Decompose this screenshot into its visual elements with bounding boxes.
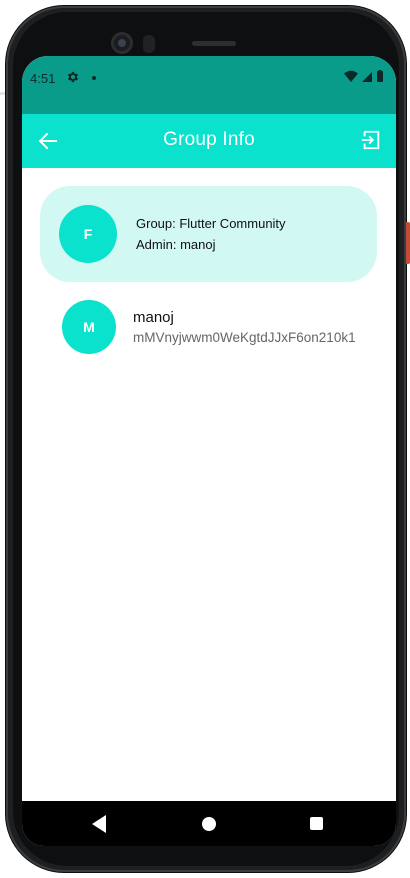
group-avatar: F	[59, 205, 117, 263]
member-name: manoj	[133, 309, 174, 326]
page-title: Group Info	[163, 129, 255, 150]
app-bar: Group Info	[22, 114, 396, 168]
status-bar: 4:51	[22, 56, 396, 114]
system-status-icons	[344, 70, 383, 82]
gear-icon	[67, 71, 79, 83]
side-button	[406, 222, 410, 264]
status-time: 4:51	[30, 71, 56, 86]
battery-icon	[377, 71, 383, 82]
front-camera	[111, 32, 133, 54]
member-avatar: M	[62, 300, 116, 354]
group-admin: Admin: manoj	[136, 237, 216, 252]
nav-recents-icon[interactable]	[310, 817, 323, 830]
nav-home-icon[interactable]	[202, 817, 216, 831]
proximity-sensor	[143, 35, 155, 53]
wifi-icon	[344, 70, 358, 82]
nav-back-icon[interactable]	[92, 815, 108, 833]
earpiece-speaker	[192, 41, 236, 46]
app-screen: 4:51 Group Info F Group: Flutter Communi…	[22, 56, 396, 846]
notification-dot	[92, 76, 96, 80]
group-name: Group: Flutter Community	[136, 216, 286, 231]
group-info-card: F Group: Flutter Community Admin: manoj	[40, 186, 377, 282]
signal-icon	[362, 72, 372, 82]
navigation-bar	[22, 801, 396, 846]
member-list-item[interactable]: M manoj mMVnyjwwm0WeKgtdJJxF6on210k1	[22, 290, 396, 360]
exit-icon[interactable]	[360, 129, 382, 151]
member-id: mMVnyjwwm0WeKgtdJJxF6on210k1	[133, 330, 356, 345]
